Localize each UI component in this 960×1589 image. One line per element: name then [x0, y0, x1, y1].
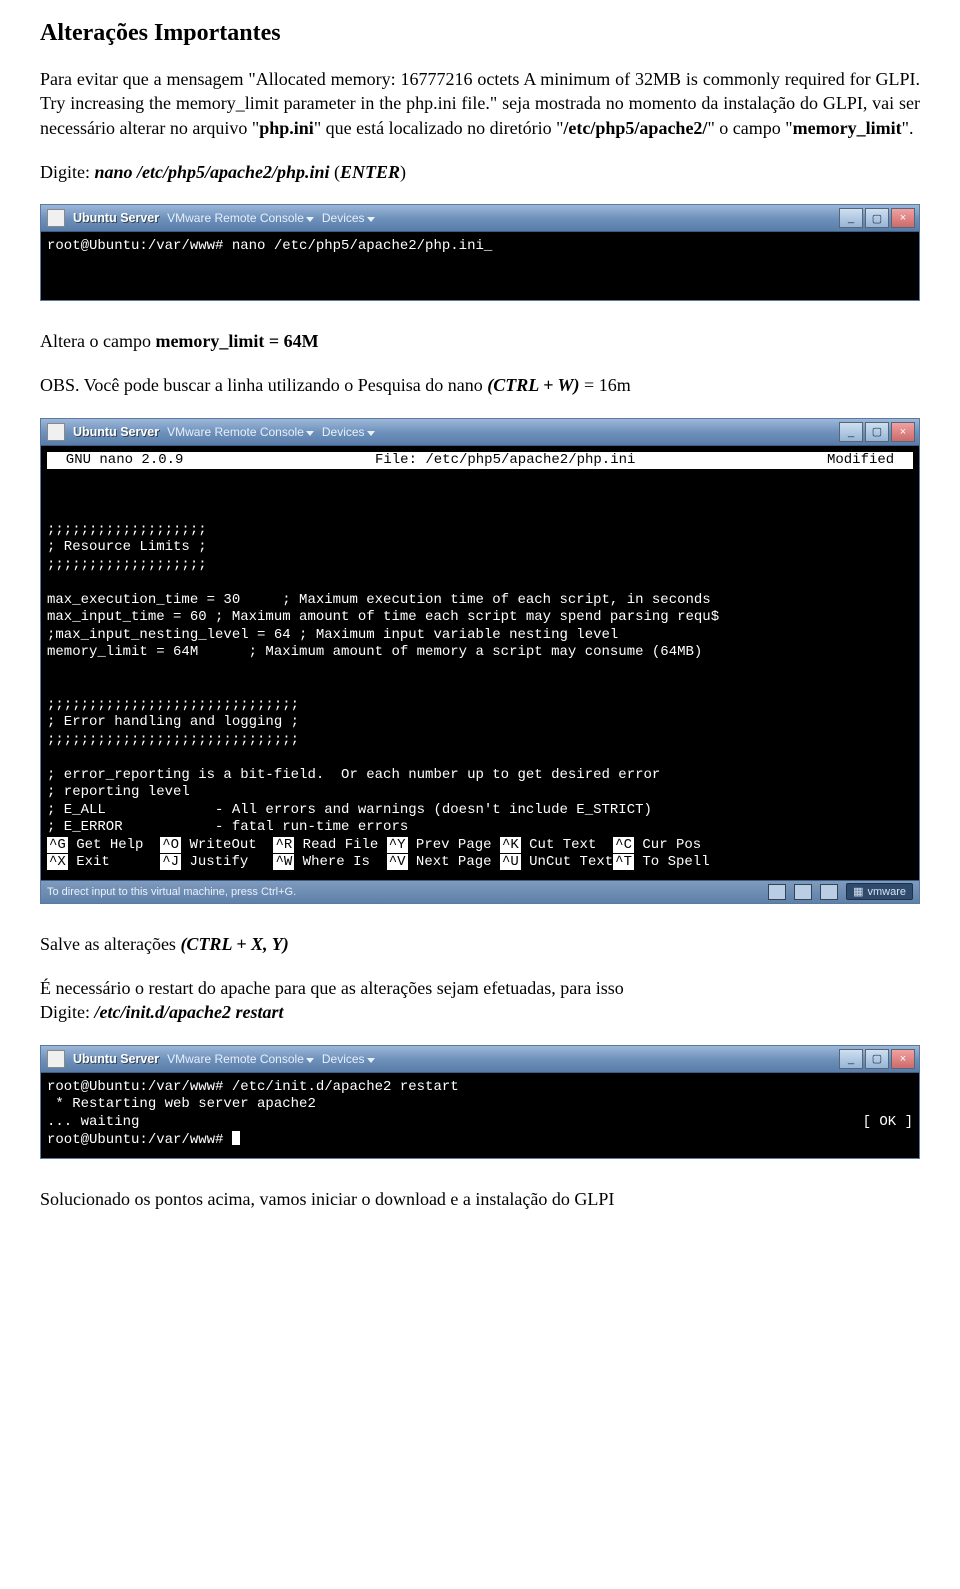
tray-icon[interactable]: [768, 884, 786, 900]
tray-icon[interactable]: [820, 884, 838, 900]
terminal-line: root@Ubuntu:/var/www#: [47, 1132, 232, 1148]
command-text: nano /etc/php5/apache2/php.ini: [95, 162, 330, 182]
text: Salve as alterações: [40, 934, 180, 954]
window-titlebar[interactable]: Ubuntu Server VMware Remote Console Devi…: [41, 1046, 919, 1073]
terminal-output[interactable]: root@Ubuntu:/var/www# nano /etc/php5/apa…: [41, 232, 919, 300]
window-titlebar[interactable]: Ubuntu Server VMware Remote Console Devi…: [41, 419, 919, 446]
menu-devices[interactable]: Devices: [322, 1052, 375, 1066]
paragraph-restart: É necessário o restart do apache para qu…: [40, 976, 920, 1025]
minimize-button[interactable]: _: [839, 422, 863, 442]
chevron-down-icon: [367, 1058, 375, 1063]
command-text: /etc/init.d/apache2 restart: [95, 1002, 284, 1022]
terminal-line: root@Ubuntu:/var/www# nano /etc/php5/apa…: [47, 238, 492, 254]
window-icon: [47, 1050, 65, 1068]
key-hint: (CTRL + X, Y): [180, 934, 288, 954]
terminal-line: * Restarting web server apache2: [47, 1096, 316, 1112]
tray-icon[interactable]: [794, 884, 812, 900]
close-button[interactable]: ×: [891, 422, 915, 442]
chevron-down-icon: [306, 431, 314, 436]
menu-devices[interactable]: Devices: [322, 425, 375, 439]
text: " que está localizado no diretório ": [314, 118, 564, 138]
key-hint: (CTRL + W): [487, 375, 579, 395]
nano-header: GNU nano 2.0.9 File: /etc/php5/apache2/ph…: [47, 452, 913, 470]
nano-help-row-1: ^G Get Help ^O WriteOut ^R Read File ^Y …: [47, 837, 913, 855]
vmware-window-2: Ubuntu Server VMware Remote Console Devi…: [40, 418, 920, 904]
text: OBS. Você pode buscar a linha utilizando…: [40, 375, 487, 395]
window-icon: [47, 209, 65, 227]
text: Altera o campo: [40, 331, 155, 351]
window-title: Ubuntu Server: [73, 425, 159, 439]
maximize-button[interactable]: ▢: [865, 1049, 889, 1069]
footer-hint: To direct input to this virtual machine,…: [47, 886, 296, 898]
window-footer: To direct input to this virtual machine,…: [41, 880, 919, 903]
nano-modified: Modified: [827, 452, 911, 470]
text: ): [400, 162, 406, 182]
paragraph-conclusion: Solucionado os pontos acima, vamos inici…: [40, 1187, 920, 1211]
minimize-button[interactable]: _: [839, 208, 863, 228]
nano-content: ;;;;;;;;;;;;;;;;;;; ; Resource Limits ; …: [47, 522, 719, 836]
text: Digite:: [40, 162, 95, 182]
paragraph-memory-limit: Altera o campo memory_limit = 64M: [40, 329, 920, 353]
text: (: [330, 162, 341, 182]
window-title: Ubuntu Server: [73, 1052, 159, 1066]
maximize-button[interactable]: ▢: [865, 208, 889, 228]
text: " o campo ": [707, 118, 792, 138]
text-bold: memory_limit: [793, 118, 902, 138]
menu-remote-console[interactable]: VMware Remote Console: [167, 211, 314, 225]
chevron-down-icon: [367, 217, 375, 222]
vmware-badge[interactable]: ▦ vmware: [846, 883, 913, 900]
close-button[interactable]: ×: [891, 1049, 915, 1069]
paragraph-intro: Para evitar que a mensagem "Allocated me…: [40, 67, 920, 140]
window-icon: [47, 423, 65, 441]
text: ".: [902, 118, 914, 138]
terminal-line: root@Ubuntu:/var/www# /etc/init.d/apache…: [47, 1079, 459, 1095]
nano-filename: File: /etc/php5/apache2/php.ini: [375, 452, 635, 470]
menu-devices[interactable]: Devices: [322, 211, 375, 225]
chevron-down-icon: [306, 217, 314, 222]
terminal-output[interactable]: root@Ubuntu:/var/www# /etc/init.d/apache…: [41, 1073, 919, 1158]
window-title: Ubuntu Server: [73, 211, 159, 225]
page-title: Alterações Importantes: [40, 20, 920, 47]
text-bold: memory_limit = 64M: [155, 331, 318, 351]
menu-remote-console[interactable]: VMware Remote Console: [167, 1052, 314, 1066]
text-bold: /etc/php5/apache2/: [563, 118, 707, 138]
menu-remote-console[interactable]: VMware Remote Console: [167, 425, 314, 439]
close-button[interactable]: ×: [891, 208, 915, 228]
nano-version: GNU nano 2.0.9: [49, 452, 183, 470]
paragraph-save: Salve as alterações (CTRL + X, Y): [40, 932, 920, 956]
text-bold: php.ini: [259, 118, 314, 138]
paragraph-command-1: Digite: nano /etc/php5/apache2/php.ini (…: [40, 160, 920, 184]
chevron-down-icon: [306, 1058, 314, 1063]
vmware-window-1: Ubuntu Server VMware Remote Console Devi…: [40, 204, 920, 301]
paragraph-search-hint: OBS. Você pode buscar a linha utilizando…: [40, 373, 920, 397]
cursor-icon: [232, 1131, 240, 1145]
nano-help-row-2: ^X Exit ^J Justify ^W Where Is ^V Next P…: [47, 854, 913, 872]
text: Digite:: [40, 1002, 95, 1022]
ok-status: [ OK ]: [863, 1114, 913, 1132]
window-titlebar[interactable]: Ubuntu Server VMware Remote Console Devi…: [41, 205, 919, 232]
nano-editor[interactable]: GNU nano 2.0.9 File: /etc/php5/apache2/ph…: [41, 446, 919, 880]
terminal-line: ... waiting: [47, 1114, 139, 1132]
maximize-button[interactable]: ▢: [865, 422, 889, 442]
text: É necessário o restart do apache para qu…: [40, 978, 624, 998]
key-hint: ENTER: [340, 162, 400, 182]
minimize-button[interactable]: _: [839, 1049, 863, 1069]
vmware-window-3: Ubuntu Server VMware Remote Console Devi…: [40, 1045, 920, 1159]
chevron-down-icon: [367, 431, 375, 436]
text: = 16m: [580, 375, 631, 395]
